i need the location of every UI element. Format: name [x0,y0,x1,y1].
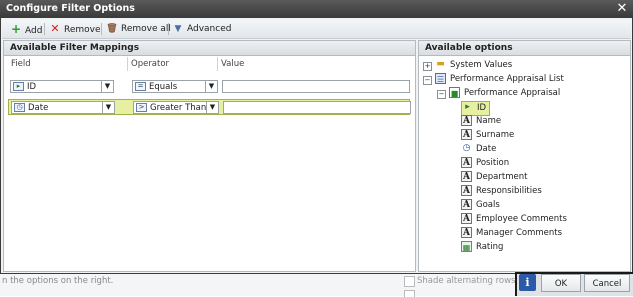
id-field-icon: ▸ [13,82,24,91]
folder-icon: ▬ [436,59,445,69]
filter-mappings-panel: Available Filter Mappings Field Operator… [3,40,416,272]
equals-icon: = [135,82,146,91]
date-field-icon: ◷ [462,143,471,153]
tree-item-content-type[interactable]: ■ Performance Appraisal [449,87,560,100]
tree-field-employee-comments[interactable]: A Employee Comments [461,213,567,226]
shade-rows-label: Shade alternating rows [417,276,516,286]
toolbar-separator [44,23,45,35]
text-field-icon: A [461,199,472,210]
trash-icon: 🗑 [106,24,118,34]
date-field-icon: ◷ [14,103,25,112]
add-icon: + [10,22,22,36]
tree-field-rating[interactable]: ▦ Rating [461,241,503,254]
filter-mappings-title: Available Filter Mappings [4,41,415,56]
chevron-down-icon: ▼ [102,102,114,113]
filter-mapping-row: ▸ ID ▼ = Equals ▼ [8,79,410,94]
collapse-icon[interactable]: − [423,76,432,85]
remove-button[interactable]: ✕ Remove [49,20,100,38]
collapse-icon[interactable]: − [437,90,446,99]
tree-field-responsibilities[interactable]: A Responsibilities [461,185,542,198]
shade-rows-checkbox[interactable] [404,276,415,287]
operator-select[interactable]: = Equals ▼ [132,80,218,93]
funnel-icon: ▼ [174,24,182,34]
add-button[interactable]: + Add [10,20,42,38]
text-field-icon: A [461,157,472,168]
info-icon[interactable]: i [519,274,536,291]
toolbar-separator [101,23,102,35]
toolbar-separator [168,23,169,35]
remove-all-button[interactable]: 🗑 Remove all [106,20,171,38]
tree-field-name[interactable]: A Name [461,115,501,128]
ok-button[interactable]: OK [541,274,581,292]
tree-field-goals[interactable]: A Goals [461,199,500,212]
id-field-icon: ▸ [465,102,470,112]
column-header-field: Field [8,57,128,71]
tree-field-surname[interactable]: A Surname [461,129,514,142]
tree-field-id[interactable]: ▸ ID [461,101,491,116]
cancel-button[interactable]: Cancel [584,274,630,292]
list-icon: ☰ [435,73,446,84]
chevron-down-icon: ▼ [205,81,217,92]
field-select[interactable]: ◷ Date ▼ [11,101,115,114]
tree-field-date[interactable]: ◷ Date [461,143,497,156]
tree-item-system-values[interactable]: ▬ System Values [435,59,512,72]
text-field-icon: A [461,213,472,224]
advanced-button[interactable]: ▼ Advanced [172,20,232,38]
tree-field-manager-comments[interactable]: A Manager Comments [461,227,562,240]
column-header-operator: Operator [128,57,218,71]
tree-field-position[interactable]: A Position [461,157,509,170]
dialog-title-bar: Configure Filter Options ✕ [0,0,633,18]
tree-field-department[interactable]: A Department [461,171,527,184]
close-icon[interactable]: ✕ [615,2,629,16]
chevron-down-icon: ▼ [206,102,218,113]
value-input[interactable] [223,101,411,114]
value-input[interactable] [222,80,410,93]
toolbar: + Add ✕ Remove 🗑 Remove all ▼ Advanced [2,20,631,39]
available-options-title: Available options [419,41,630,56]
tree-item-list[interactable]: ☰ Performance Appraisal List [435,73,564,86]
field-select[interactable]: ▸ ID ▼ [10,80,114,93]
dialog-title: Configure Filter Options [6,3,135,14]
column-header-value: Value [221,59,245,69]
chevron-down-icon: ▼ [101,81,113,92]
text-field-icon: A [461,129,472,140]
background-hint-text: n the options on the right. [2,276,114,286]
remove-icon: ✕ [50,22,60,35]
text-field-icon: A [461,171,472,182]
text-field-icon: A [461,227,472,238]
greater-than-icon: > [136,103,147,112]
available-options-panel: Available options + ▬ System Values − ☰ Pe… [418,40,631,272]
text-field-icon: A [461,115,472,126]
operator-select[interactable]: > Greater Than ▼ [133,101,219,114]
content-type-icon: ■ [449,87,460,98]
text-field-icon: A [461,185,472,196]
rating-field-icon: ▦ [461,241,472,252]
filter-mapping-row: ◷ Date ▼ > Greater Than ▼ [8,99,411,115]
expand-icon[interactable]: + [423,62,432,71]
